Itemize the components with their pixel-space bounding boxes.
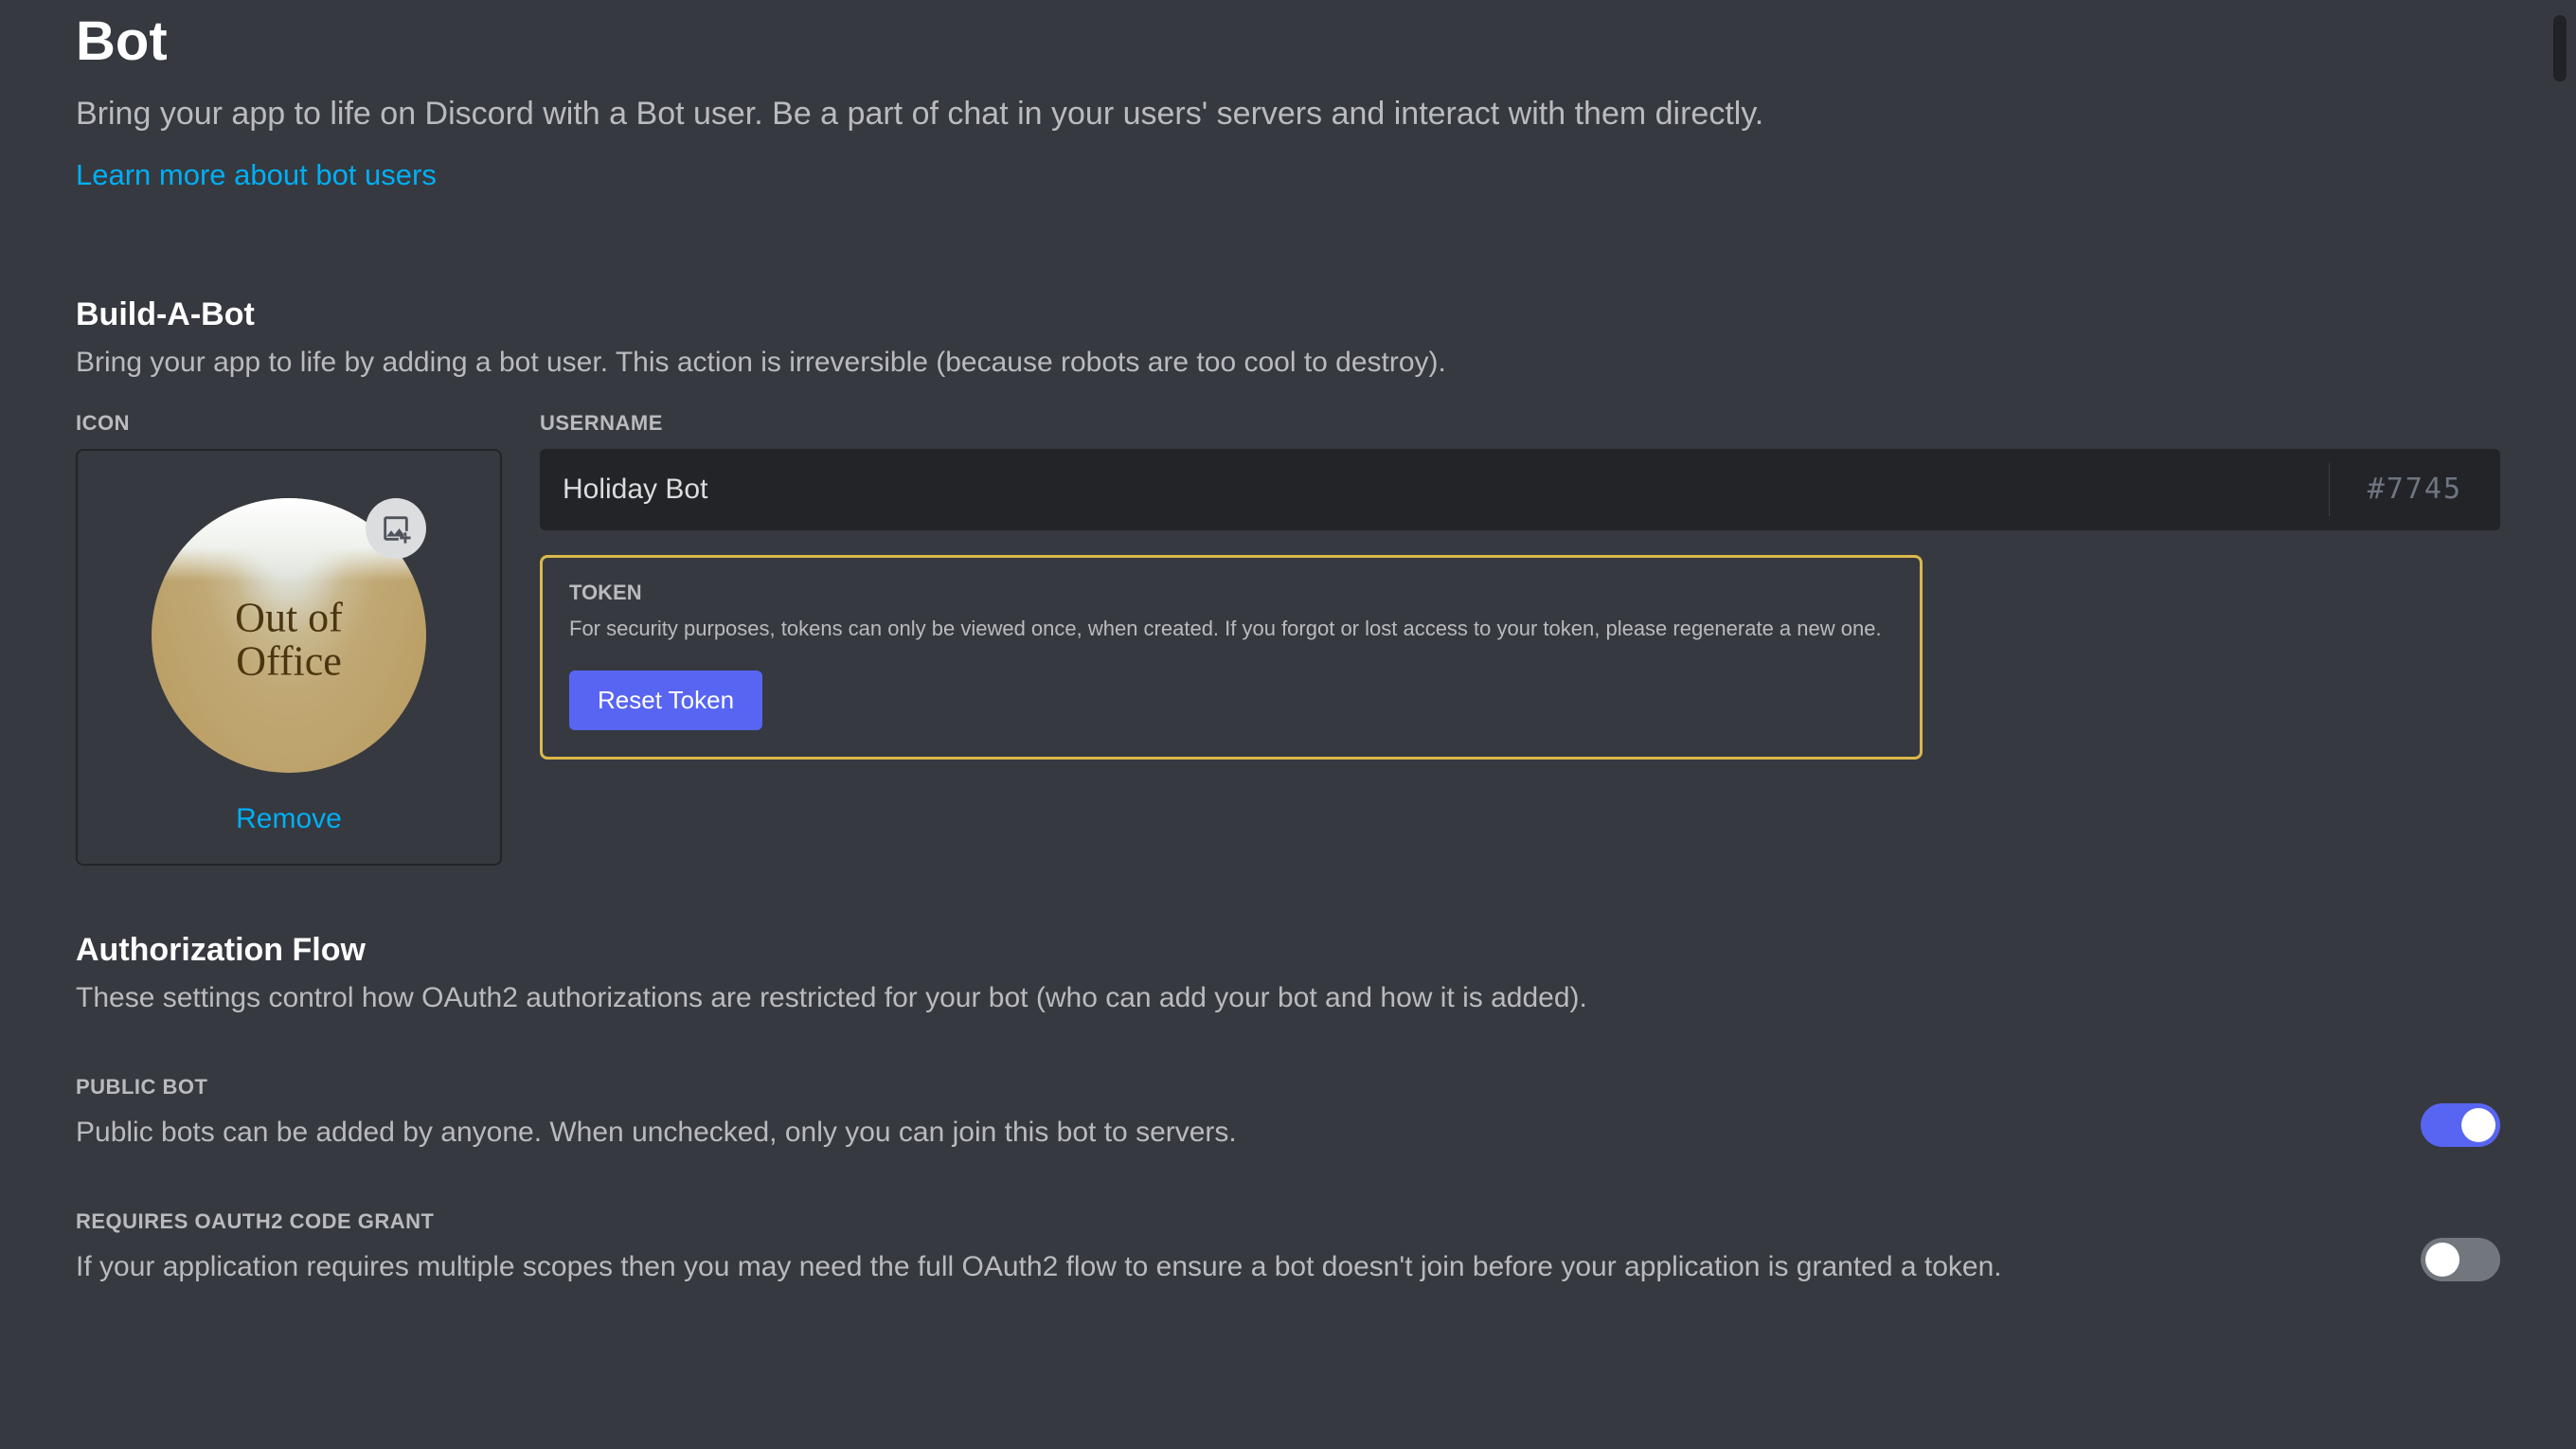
learn-more-link[interactable]: Learn more about bot users [76, 158, 437, 192]
oauth-grant-toggle[interactable] [2421, 1238, 2500, 1281]
auth-flow-title: Authorization Flow [76, 932, 2500, 969]
oauth-grant-label: REQUIRES OAUTH2 CODE GRANT [76, 1209, 2364, 1234]
token-desc: For security purposes, tokens can only b… [569, 613, 1893, 644]
auth-flow-desc: These settings control how OAuth2 author… [76, 978, 2500, 1018]
oauth-grant-desc: If your application requires multiple sc… [76, 1247, 2364, 1287]
username-input[interactable] [540, 449, 2329, 530]
scrollbar-thumb[interactable] [2553, 15, 2567, 81]
icon-label: ICON [76, 411, 502, 436]
public-bot-desc: Public bots can be added by anyone. When… [76, 1113, 2364, 1153]
page-title: Bot [76, 9, 2500, 73]
token-box: TOKEN For security purposes, tokens can … [540, 555, 1923, 760]
username-row: #7745 [540, 449, 2500, 530]
build-a-bot-title: Build-A-Bot [76, 296, 2500, 333]
discriminator: #7745 [2329, 463, 2500, 516]
reset-token-button[interactable]: Reset Token [569, 671, 762, 730]
remove-icon-link[interactable]: Remove [236, 803, 342, 835]
username-label: USERNAME [540, 411, 2500, 436]
icon-upload-box[interactable]: Out of Office Remove [76, 449, 502, 866]
avatar-text: Out of Office [235, 596, 343, 683]
build-a-bot-desc: Bring your app to life by adding a bot u… [76, 343, 2500, 383]
public-bot-label: PUBLIC BOT [76, 1075, 2364, 1100]
public-bot-toggle[interactable] [2421, 1103, 2500, 1147]
token-label: TOKEN [569, 581, 1893, 605]
upload-image-icon[interactable] [366, 498, 426, 559]
page-subtitle: Bring your app to life on Discord with a… [76, 92, 2500, 137]
